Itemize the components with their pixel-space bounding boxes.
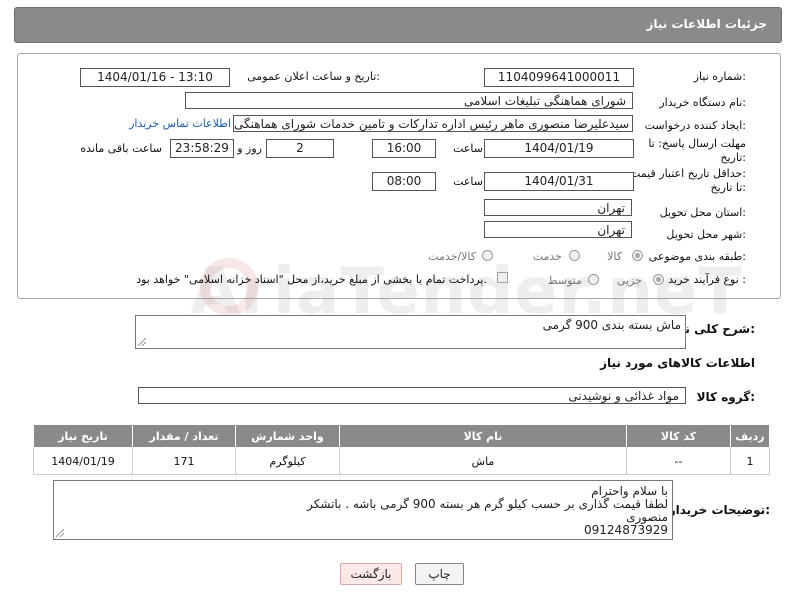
deadline-label: مهلت ارسال پاسخ: تا bbox=[648, 137, 746, 150]
page-title: جزئیات اطلاعات نیاز bbox=[646, 17, 767, 31]
need-number-label: شماره نیاز: bbox=[693, 70, 746, 83]
announce-label: تاریخ و ساعت اعلان عمومی: bbox=[247, 70, 380, 83]
table-header-row: ردیف کد کالا نام کالا واحد شمارش تعداد /… bbox=[33, 424, 770, 448]
days-count-field[interactable]: 2 bbox=[266, 139, 334, 158]
cell-row-number: 1 bbox=[730, 447, 770, 475]
deadline-time-label: ساعت bbox=[453, 142, 483, 155]
buyer-notes-label: توضیحات خریدار: bbox=[668, 503, 770, 517]
cell-item-name: ماش bbox=[339, 447, 627, 475]
buyer-org-label: نام دستگاه خریدار: bbox=[659, 96, 746, 109]
city-field[interactable]: تهران bbox=[484, 221, 632, 238]
days-label: روز و bbox=[237, 142, 262, 155]
remaining-time-field[interactable]: 23:58:29 bbox=[170, 139, 234, 158]
deadline-date-field[interactable]: 1404/01/19 bbox=[484, 139, 634, 158]
col-header-unit: واحد شمارش bbox=[235, 424, 340, 448]
category-option-goods-service: کالا/خدمت bbox=[428, 250, 476, 263]
print-button[interactable]: چاپ bbox=[415, 563, 464, 585]
col-header-need-date: تاریخ نیاز bbox=[33, 424, 133, 448]
buyer-org-field[interactable]: شورای هماهنگی تبلیغات اسلامی bbox=[185, 92, 633, 109]
category-radio-service[interactable] bbox=[569, 250, 580, 261]
deadline-label-2: تاریخ: bbox=[720, 151, 746, 164]
description-textarea[interactable]: ماش بسته بندی 900 گرمی bbox=[135, 315, 686, 349]
validity-time-field[interactable]: 08:00 bbox=[372, 172, 436, 191]
province-field[interactable]: تهران bbox=[484, 199, 632, 216]
col-header-item-code: کد کالا bbox=[626, 424, 731, 448]
process-radio-minor[interactable] bbox=[653, 274, 664, 285]
province-label: استان محل تحویل: bbox=[659, 206, 746, 219]
resize-grip-icon[interactable] bbox=[56, 529, 64, 537]
need-number-field[interactable]: 1104099641000011 bbox=[484, 68, 634, 87]
buyer-notes-line: منصوری bbox=[626, 510, 668, 524]
col-header-row-number: ردیف bbox=[730, 424, 770, 448]
goods-group-field[interactable]: مواد غذائی و نوشیدنی bbox=[138, 387, 686, 404]
buyer-notes-textarea[interactable]: با سلام واحترام لطفا قیمت گذاری بر حسب ک… bbox=[53, 480, 673, 540]
category-option-goods: کالا bbox=[607, 250, 622, 263]
process-option-medium: متوسط bbox=[547, 274, 582, 287]
process-radio-medium[interactable] bbox=[588, 274, 599, 285]
cell-unit: کیلوگرم bbox=[235, 447, 340, 475]
items-table: ردیف کد کالا نام کالا واحد شمارش تعداد /… bbox=[33, 424, 770, 475]
validity-label: حداقل تاریخ اعتبار قیمت: bbox=[630, 167, 746, 180]
buyer-notes-line: 09124873929 bbox=[584, 523, 668, 537]
resize-grip-icon[interactable] bbox=[138, 338, 146, 346]
goods-group-label: گروه کالا: bbox=[696, 390, 755, 404]
category-radio-goods-service[interactable] bbox=[482, 250, 493, 261]
category-option-service: خدمت bbox=[532, 250, 562, 263]
page-header: جزئیات اطلاعات نیاز bbox=[14, 7, 782, 43]
category-radio-goods[interactable] bbox=[632, 250, 643, 261]
process-option-minor: جزیی bbox=[616, 274, 642, 287]
back-button[interactable]: بازگشت bbox=[340, 563, 402, 585]
remaining-label: ساعت باقی مانده bbox=[80, 142, 162, 155]
cell-item-code: -- bbox=[626, 447, 731, 475]
buyer-notes-line: لطفا قیمت گذاری بر حسب کیلو گرم هر بسته … bbox=[307, 497, 668, 511]
validity-label-2: تا تاریخ: bbox=[710, 181, 746, 194]
description-text: ماش بسته بندی 900 گرمی bbox=[542, 318, 681, 332]
cell-quantity: 171 bbox=[132, 447, 236, 475]
announce-datetime-field[interactable]: 1404/01/16 - 13:10 bbox=[80, 68, 230, 87]
creator-label: ایجاد کننده درخواست: bbox=[644, 119, 746, 132]
treasury-payment-checkbox[interactable] bbox=[497, 272, 508, 283]
validity-date-field[interactable]: 1404/01/31 bbox=[484, 172, 634, 191]
cell-need-date: 1404/01/19 bbox=[33, 447, 133, 475]
process-label: نوع فرآیند خرید : bbox=[668, 273, 746, 286]
buyer-contact-link[interactable]: اطلاعات تماس خریدار bbox=[129, 117, 231, 130]
goods-section-title: اطلاعات کالاهای مورد نیاز bbox=[600, 356, 755, 370]
city-label: شهر محل تحویل: bbox=[666, 228, 746, 241]
treasury-payment-note: پرداخت تمام یا بخشی از مبلغ خرید،از محل … bbox=[136, 273, 487, 286]
col-header-quantity: تعداد / مقدار bbox=[132, 424, 236, 448]
col-header-item-name: نام کالا bbox=[339, 424, 627, 448]
category-label: طبقه بندی موضوعی: bbox=[648, 250, 746, 263]
creator-field[interactable]: سیدعلیرضا منصوری ماهر رئیس اداره تداركات… bbox=[233, 115, 633, 132]
table-row: 1 -- ماش کیلوگرم 171 1404/01/19 bbox=[33, 447, 770, 475]
validity-time-label: ساعت bbox=[453, 175, 483, 188]
deadline-time-field[interactable]: 16:00 bbox=[372, 139, 436, 158]
